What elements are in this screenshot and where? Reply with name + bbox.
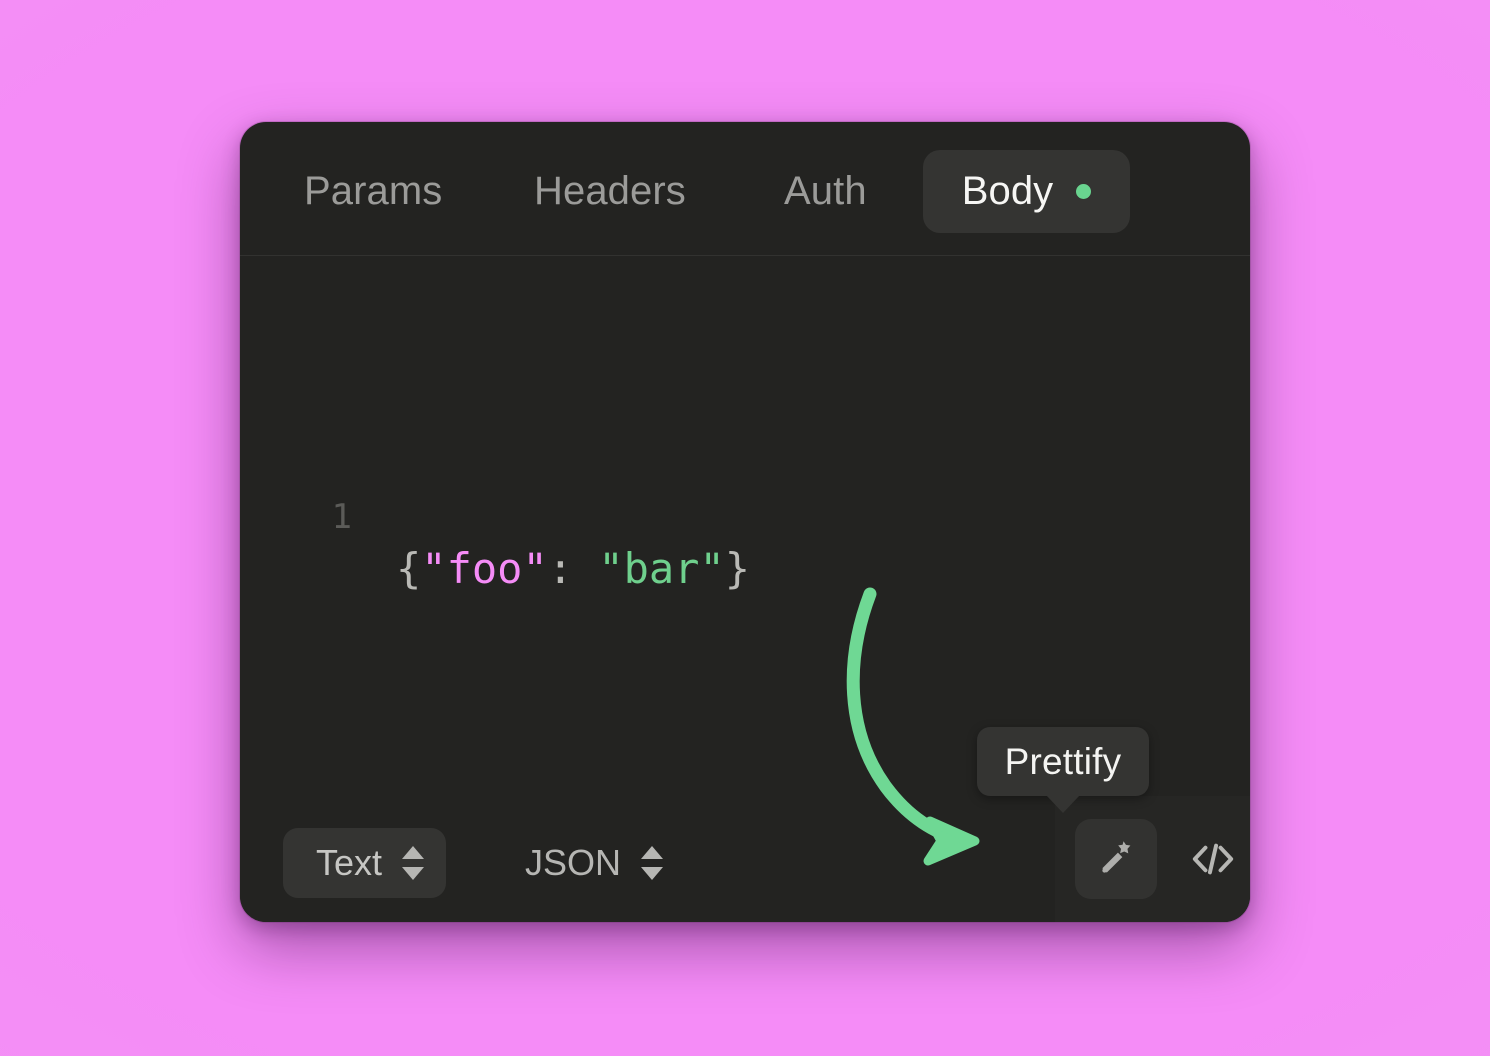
tab-auth-label: Auth — [784, 169, 867, 213]
prettify-button[interactable] — [1075, 819, 1157, 899]
content-type-select[interactable]: JSON — [525, 828, 664, 898]
tab-headers[interactable]: Headers — [512, 150, 708, 233]
body-type-select-value: Text — [316, 842, 383, 883]
token-close-brace: } — [724, 544, 751, 593]
token-colon: : — [547, 544, 599, 593]
tab-params-label: Params — [304, 169, 443, 213]
tab-headers-label: Headers — [534, 169, 686, 213]
body-content-dot-icon — [1076, 184, 1092, 199]
content-type-select-value: JSON — [525, 842, 622, 883]
line-number: 1 — [331, 497, 352, 537]
token-key: "foo" — [421, 544, 548, 593]
prettify-tooltip-label: Prettify — [1004, 740, 1122, 782]
code-line-1: 1 {"foo": "bar"} — [240, 439, 1250, 593]
token-value: "bar" — [598, 544, 725, 593]
tab-params[interactable]: Params — [282, 150, 464, 233]
body-toolbar: Text JSON — [240, 796, 1250, 922]
request-tab-bar: Params Headers Auth Body — [240, 122, 1250, 256]
chevron-down-icon — [641, 867, 664, 880]
magic-wand-icon — [1102, 841, 1131, 873]
request-body-panel: Params Headers Auth Body 1 {"foo": "bar"… — [240, 122, 1250, 922]
token-open-brace: { — [396, 544, 422, 593]
code-view-button[interactable] — [1178, 819, 1248, 899]
body-type-select[interactable]: Text — [283, 828, 446, 898]
prettify-tooltip: Prettify — [977, 727, 1149, 813]
editor-action-buttons — [1055, 796, 1250, 922]
screenshot-root: Params Headers Auth Body 1 {"foo": "bar"… — [0, 0, 1490, 1056]
tab-body-label: Body — [961, 169, 1054, 213]
chevron-up-icon — [641, 846, 664, 859]
tooltip-pointer-icon — [1046, 795, 1080, 813]
chevron-down-icon — [402, 867, 425, 880]
chevron-updown-icon — [641, 845, 664, 881]
chevron-up-icon — [402, 846, 425, 859]
tab-auth[interactable]: Auth — [762, 150, 889, 233]
code-brackets-icon — [1192, 843, 1234, 875]
tab-body[interactable]: Body — [923, 150, 1130, 233]
code-content: {"foo": "bar"} — [396, 543, 750, 595]
chevron-updown-icon — [402, 845, 425, 881]
